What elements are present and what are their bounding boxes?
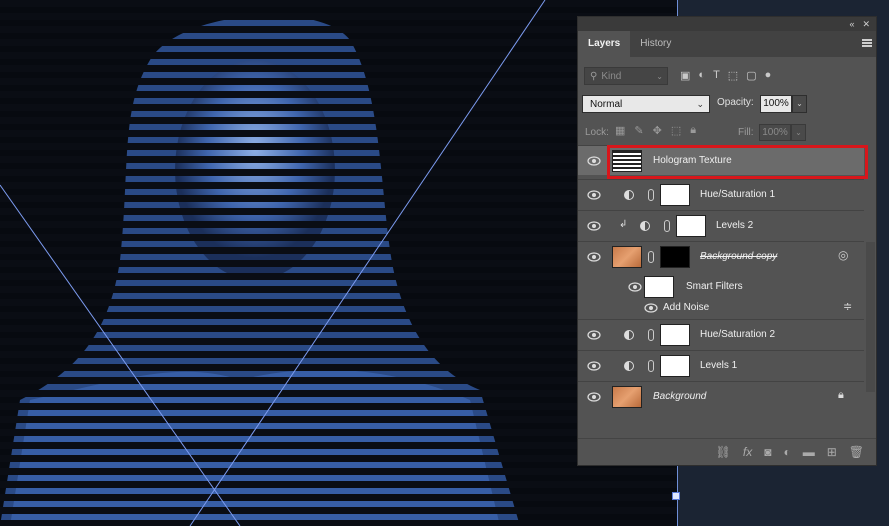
lock-icons: ▦ ✎ ✥ ⬚ 🔒︎ [615, 124, 696, 137]
eye-icon[interactable] [587, 392, 601, 402]
guide-lines [0, 0, 546, 526]
blend-mode-select[interactable]: Normal ⌄ [582, 95, 710, 113]
adjustment-icon [624, 190, 634, 200]
fill-dropdown[interactable]: ⌄ [791, 124, 806, 141]
lock-artboard-icon[interactable]: ⬚ [671, 124, 681, 137]
layer-thumbnail [612, 150, 642, 172]
layer-background[interactable]: Background 🔒︎ [578, 381, 864, 411]
new-layer-icon[interactable]: ⊞ [827, 445, 837, 459]
document-canvas[interactable] [0, 0, 677, 526]
smartobject-filter-icon[interactable]: ▢ [746, 69, 756, 82]
layer-hue-saturation-1[interactable]: Hue/Saturation 1 [578, 179, 864, 209]
eye-icon[interactable] [587, 156, 601, 166]
opacity-label: Opacity: [717, 97, 754, 108]
chevron-down-icon: ⌄ [656, 71, 663, 81]
layer-name[interactable]: Background [653, 391, 706, 402]
lock-transparent-icon[interactable]: ▦ [615, 124, 625, 137]
layer-name[interactable]: Background copy [700, 251, 777, 262]
kind-placeholder: Kind [601, 70, 622, 82]
adjustment-icon [640, 221, 650, 231]
layer-name[interactable]: Levels 1 [700, 360, 737, 371]
layer-thumbnail [612, 386, 642, 408]
layer-levels-2[interactable]: ↲ Levels 2 [578, 210, 864, 240]
tab-history[interactable]: History [630, 31, 681, 57]
eye-icon[interactable] [644, 303, 658, 313]
smart-filter-badge-icon: ◎ [838, 248, 849, 262]
filter-toggle-icon[interactable]: ● [765, 69, 772, 82]
opacity-input[interactable]: 100% [760, 95, 792, 113]
lock-icon: 🔒︎ [838, 389, 844, 401]
layers-bottom-toolbar: ⛓︎ fx ◙ ◐ ▬ ⊞ 🗑︎ [578, 438, 876, 465]
pixel-filter-icon[interactable]: ▣ [680, 69, 690, 82]
layer-add-noise[interactable]: Add Noise ≑ [578, 297, 864, 319]
layer-background-copy[interactable]: Background copy ◎ [578, 241, 864, 271]
transform-handle[interactable] [672, 492, 680, 500]
tab-layers[interactable]: Layers [578, 31, 631, 57]
lock-label: Lock: [585, 127, 609, 138]
eye-icon[interactable] [587, 190, 601, 200]
layer-name[interactable]: Levels 2 [716, 220, 753, 231]
collapse-icon[interactable]: « [849, 19, 854, 29]
panel-header-strip: « ✕ [578, 17, 876, 31]
shape-filter-icon[interactable]: ⬚ [728, 69, 738, 82]
mask-thumbnail [660, 184, 690, 206]
mask-thumbnail [660, 324, 690, 346]
filter-mask-thumbnail [644, 276, 674, 298]
filter-icons: ▣ ◐ T ⬚ ▢ ● [680, 69, 771, 82]
filter-options-icon[interactable]: ≑ [843, 300, 852, 313]
chain-icon[interactable] [648, 360, 654, 372]
layer-hologram-texture[interactable]: Hologram Texture [578, 145, 864, 175]
adjustment-icon [624, 330, 634, 340]
opacity-dropdown[interactable]: ⌄ [792, 95, 807, 113]
folder-icon[interactable]: ▬ [803, 445, 815, 459]
adjustment-filter-icon[interactable]: ◐ [698, 69, 705, 82]
lock-all-icon[interactable]: 🔒︎ [690, 124, 696, 137]
layers-scrollbar[interactable] [866, 242, 875, 392]
layer-levels-1[interactable]: Levels 1 [578, 350, 864, 380]
layer-thumbnail [612, 246, 642, 268]
layers-panel: « ✕ Layers History ⚲ Kind ⌄ ▣ ◐ T ⬚ ▢ ● … [577, 16, 877, 466]
filter-kind-select[interactable]: ⚲ Kind ⌄ [584, 67, 668, 85]
layer-name[interactable]: Smart Filters [686, 281, 743, 292]
search-icon: ⚲ [590, 70, 598, 82]
panel-tabs: Layers History [578, 31, 876, 57]
panel-menu-icon[interactable] [862, 39, 872, 47]
mask-thumbnail [660, 246, 690, 268]
eye-icon[interactable] [587, 221, 601, 231]
chain-icon[interactable] [648, 251, 654, 263]
mask-icon[interactable]: ◙ [764, 445, 771, 459]
new-adjustment-icon[interactable]: ◐ [783, 445, 790, 459]
adjustment-icon [624, 361, 634, 371]
mask-thumbnail [676, 215, 706, 237]
trash-icon[interactable]: 🗑︎ [849, 445, 864, 459]
eye-icon[interactable] [628, 282, 642, 292]
eye-icon[interactable] [587, 330, 601, 340]
layer-name[interactable]: Hue/Saturation 1 [700, 189, 775, 200]
clip-arrow-icon: ↲ [619, 219, 628, 230]
chevron-down-icon: ⌄ [696, 99, 704, 109]
chain-icon[interactable] [648, 189, 654, 201]
lock-image-icon[interactable]: ✎ [634, 124, 643, 137]
fill-label: Fill: [738, 127, 754, 138]
blend-mode-value: Normal [590, 98, 623, 110]
lock-position-icon[interactable]: ✥ [653, 124, 662, 137]
link-icon[interactable]: ⛓︎ [716, 445, 731, 459]
fill-input[interactable]: 100% [759, 124, 791, 141]
chain-icon[interactable] [648, 329, 654, 341]
layer-name[interactable]: Add Noise [663, 302, 709, 313]
eye-icon[interactable] [587, 361, 601, 371]
layer-hue-saturation-2[interactable]: Hue/Saturation 2 [578, 319, 864, 349]
layer-name[interactable]: Hue/Saturation 2 [700, 329, 775, 340]
chain-icon[interactable] [664, 220, 670, 232]
eye-icon[interactable] [587, 252, 601, 262]
fx-icon[interactable]: fx [743, 445, 752, 459]
layer-name[interactable]: Hologram Texture [653, 155, 732, 166]
mask-thumbnail [660, 355, 690, 377]
close-icon[interactable]: ✕ [862, 19, 870, 30]
type-filter-icon[interactable]: T [713, 69, 720, 82]
